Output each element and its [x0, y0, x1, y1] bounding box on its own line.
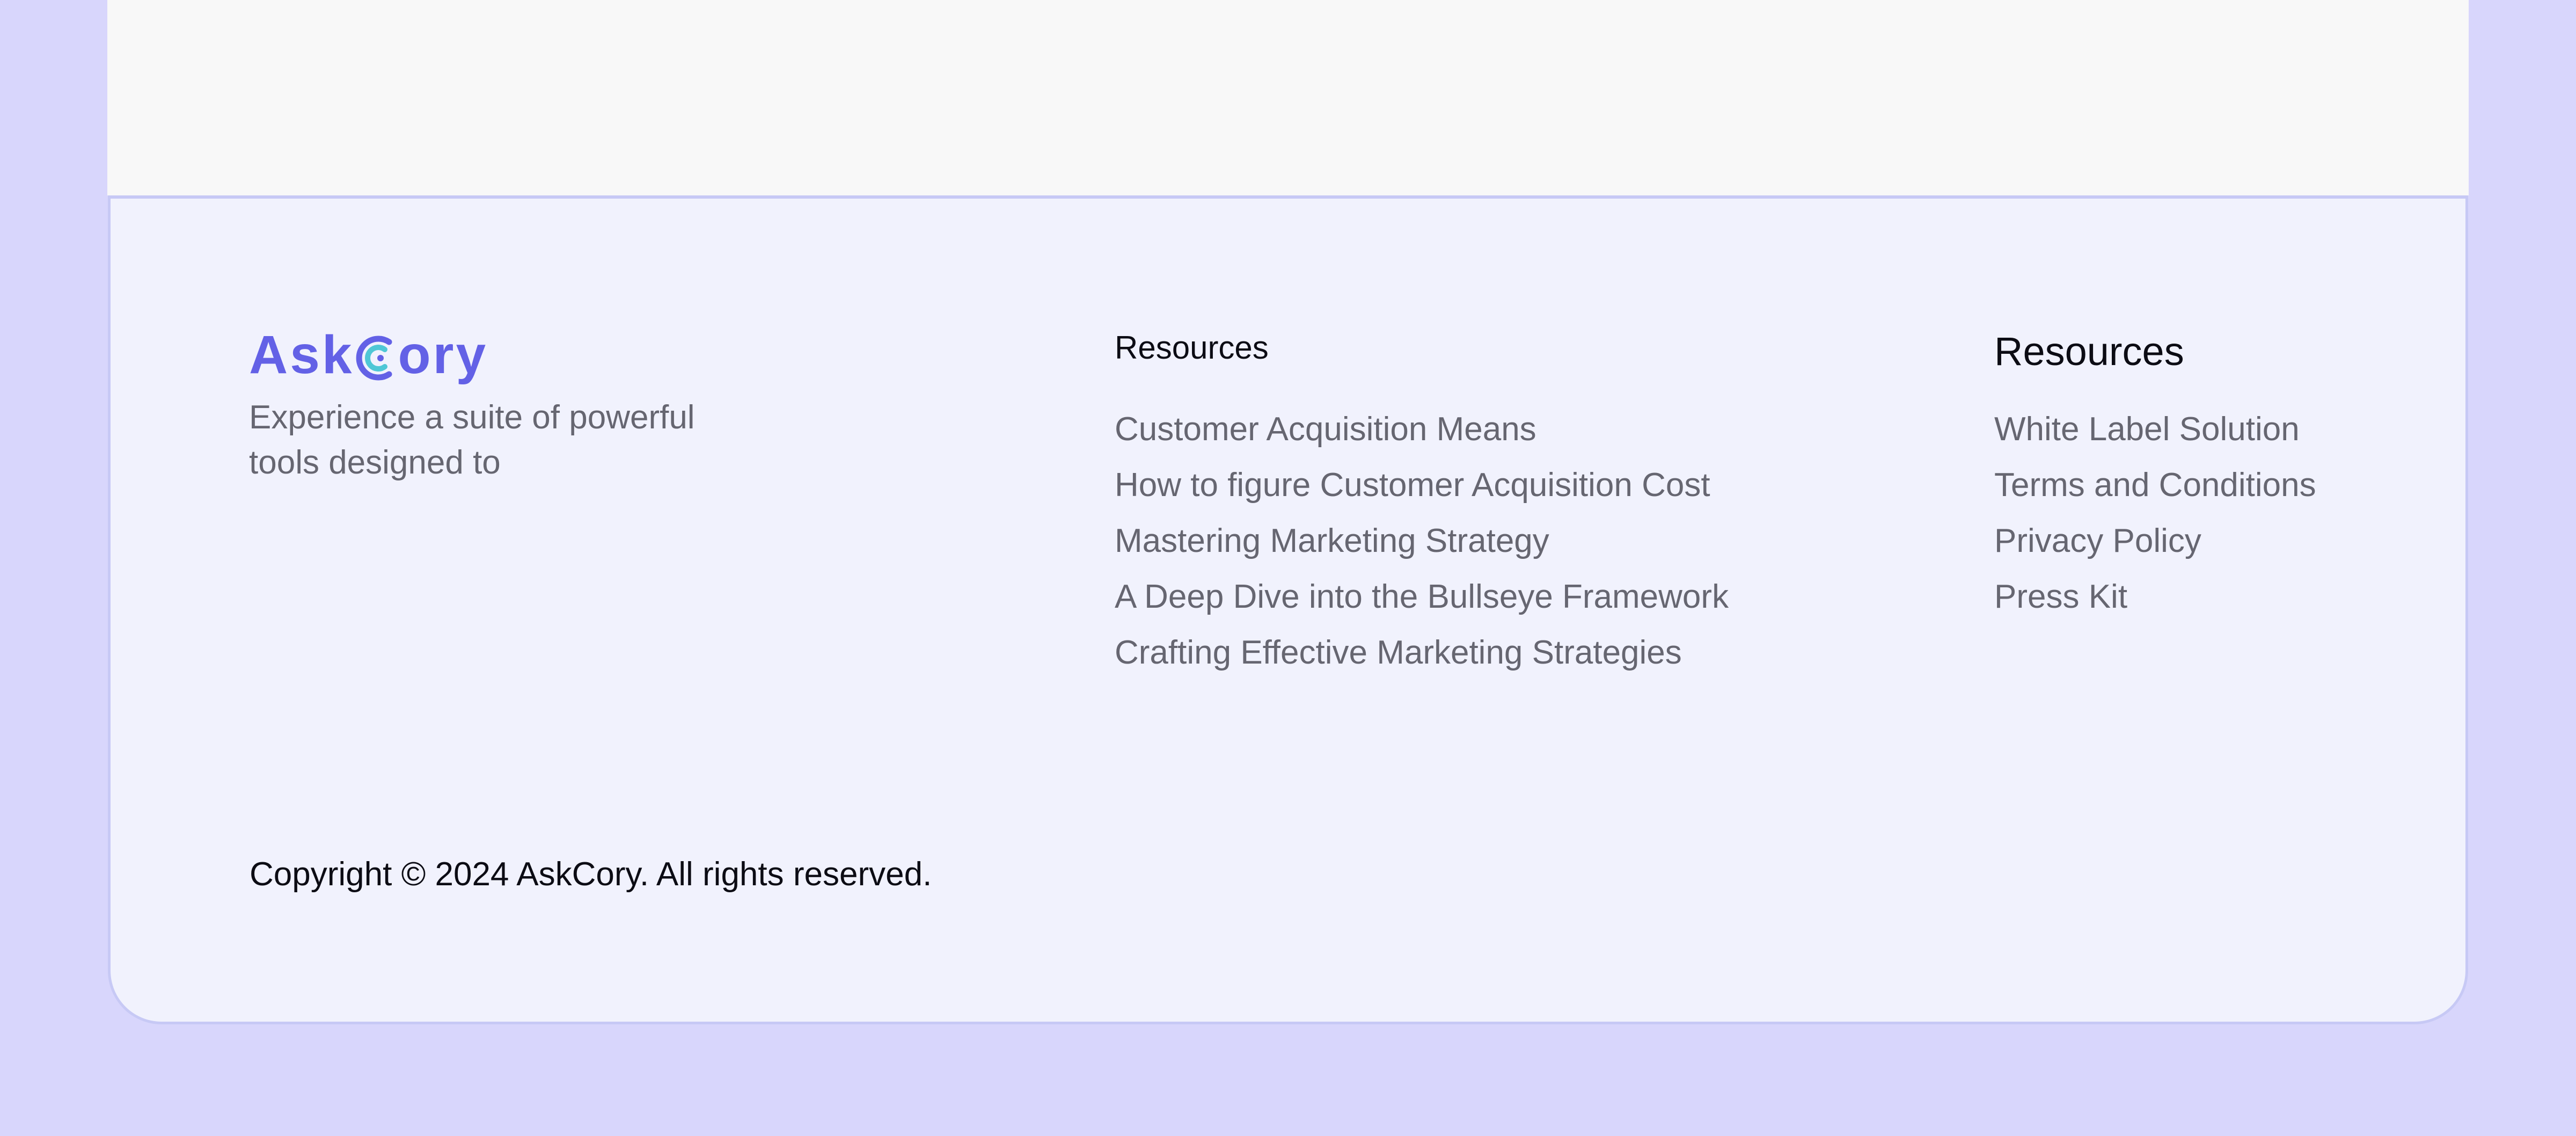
- footer-link-customer-acquisition-means[interactable]: Customer Acquisition Means: [1115, 402, 1729, 457]
- logo-text-prefix: Ask: [249, 325, 354, 385]
- footer-link-terms-and-conditions[interactable]: Terms and Conditions: [1994, 457, 2316, 513]
- footer-link-mastering-marketing-strategy[interactable]: Mastering Marketing Strategy: [1115, 513, 1729, 569]
- brand-tagline: Experience a suite of powerful tools des…: [249, 399, 695, 481]
- top-panel: [107, 0, 2469, 195]
- footer-link-effective-marketing-strategies[interactable]: Crafting Effective Marketing Strategies: [1115, 625, 1729, 681]
- copyright-text: Copyright © 2024 AskCory. All rights res…: [250, 856, 932, 893]
- footer-column-resources-2: Resources White Label Solution Terms and…: [1994, 332, 2316, 625]
- footer-brand: Ask ory Experience a suite of powerful t…: [249, 322, 732, 485]
- footer-link-bullseye-framework[interactable]: A Deep Dive into the Bullseye Framework: [1115, 569, 1729, 625]
- footer-link-white-label-solution[interactable]: White Label Solution: [1994, 402, 2316, 457]
- logo-c-mark-icon: [356, 336, 392, 381]
- footer-link-list: Customer Acquisition Means How to figure…: [1115, 402, 1729, 681]
- footer-link-customer-acquisition-cost[interactable]: How to figure Customer Acquisition Cost: [1115, 457, 1729, 513]
- site-footer: Ask ory Experience a suite of powerful t…: [108, 195, 2468, 1024]
- footer-link-list: White Label Solution Terms and Condition…: [1994, 402, 2316, 625]
- logo-text-suffix: ory: [398, 325, 488, 385]
- footer-link-privacy-policy[interactable]: Privacy Policy: [1994, 513, 2316, 569]
- footer-link-press-kit[interactable]: Press Kit: [1994, 569, 2316, 625]
- askcory-logo[interactable]: Ask ory: [249, 322, 732, 388]
- footer-column-resources-1: Resources Customer Acquisition Means How…: [1115, 332, 1729, 681]
- footer-column-title: Resources: [1115, 330, 1269, 366]
- footer-column-title: Resources: [1994, 329, 2184, 374]
